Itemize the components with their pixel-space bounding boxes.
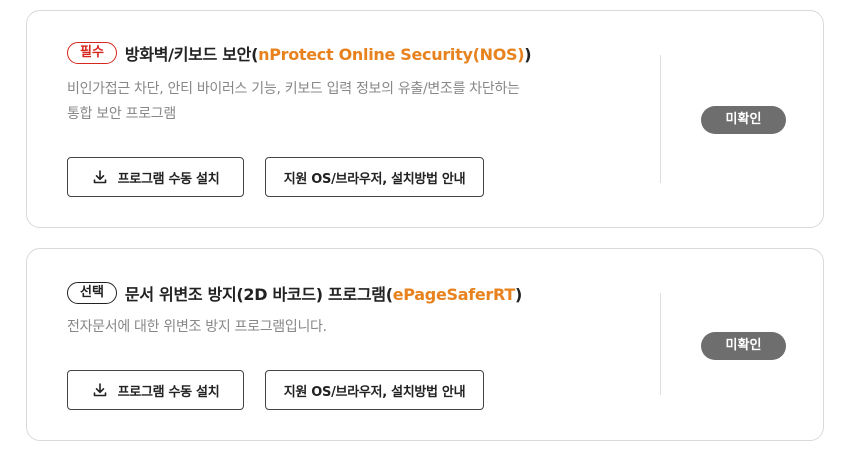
program-title-main: 방화벽/키보드 보안( [124,45,259,64]
manual-install-label: 프로그램 수동 설치 [117,171,220,187]
download-icon [93,170,106,184]
install-guide-button[interactable]: 지원 OS/브라우저, 설치방법 안내 [265,370,484,410]
program-title: 방화벽/키보드 보안(nProtect Online Security(NOS)… [124,41,532,65]
manual-install-button[interactable]: 프로그램 수동 설치 [67,370,244,410]
program-description: 전자문서에 대한 위변조 방지 프로그램입니다. [67,315,587,340]
program-title-accent: nProtect Online Security(NOS) [258,45,525,64]
required-badge: 필수 [67,42,117,64]
status-badge: 미확인 [701,106,786,134]
manual-install-button[interactable]: 프로그램 수동 설치 [67,157,244,197]
status-badge: 미확인 [701,332,786,360]
download-icon [93,383,106,397]
optional-badge: 선택 [67,282,117,304]
install-guide-button[interactable]: 지원 OS/브라우저, 설치방법 안내 [265,157,484,197]
program-description-line: 비인가접근 차단, 안티 바이러스 기능, 키보드 입력 정보의 유출/변조를 … [67,81,520,97]
program-title-accent: ePageSaferRT [392,285,516,304]
vertical-divider [660,55,661,183]
program-title-main: 문서 위변조 방지(2D 바코드) 프로그램( [124,285,393,304]
security-program-card: 필수 방화벽/키보드 보안(nProtect Online Security(N… [26,10,824,228]
program-title-row: 선택 문서 위변조 방지(2D 바코드) 프로그램(ePageSaferRT) [67,281,522,305]
program-description: 비인가접근 차단, 안티 바이러스 기능, 키보드 입력 정보의 유출/변조를 … [67,77,587,127]
vertical-divider [660,293,661,395]
program-title-row: 필수 방화벽/키보드 보안(nProtect Online Security(N… [67,41,532,65]
program-description-line: 전자문서에 대한 위변조 방지 프로그램입니다. [67,319,327,335]
program-title-end: ) [514,285,522,304]
manual-install-label: 프로그램 수동 설치 [117,384,220,400]
security-program-card: 선택 문서 위변조 방지(2D 바코드) 프로그램(ePageSaferRT) … [26,248,824,441]
program-description-line: 통합 보안 프로그램 [67,106,176,122]
program-title: 문서 위변조 방지(2D 바코드) 프로그램(ePageSaferRT) [125,281,522,305]
program-title-end: ) [524,45,532,64]
